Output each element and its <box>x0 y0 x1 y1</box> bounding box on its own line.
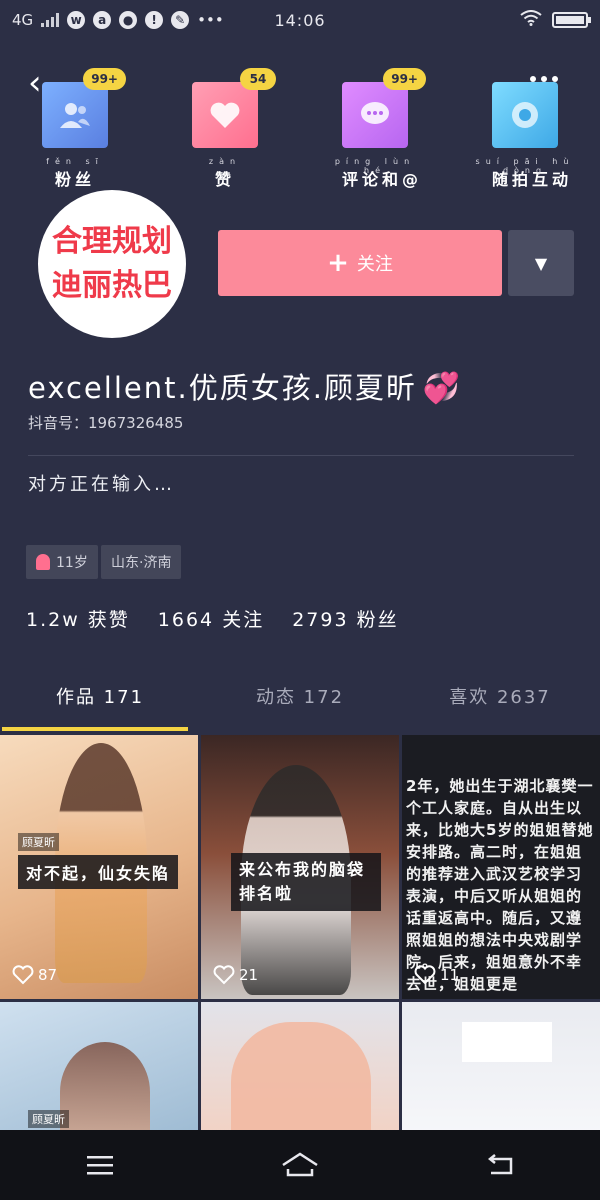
video-caption: 对不起，仙女失陷 <box>18 855 179 889</box>
chevron-down-icon: ▼ <box>534 253 548 273</box>
notif-pinyin: fěn sī <box>46 157 104 166</box>
tab-works[interactable]: 作品 171 <box>0 670 200 730</box>
dropdown-button[interactable]: ▼ <box>508 230 574 296</box>
home-button[interactable] <box>280 1150 320 1180</box>
status-time: 14:06 <box>274 10 326 30</box>
typing-status: 对方正在输入… <box>28 474 175 495</box>
heart-outline-icon <box>414 965 436 985</box>
notif-pinyin: zàn <box>208 157 242 166</box>
follow-label: 关注 <box>356 254 393 275</box>
notif-badge: 54 <box>240 68 276 90</box>
username-text: excellent.优质女孩.顾夏昕 <box>28 371 417 405</box>
video-thumbnail[interactable] <box>201 1002 399 1135</box>
notif-label: 赞 <box>214 170 235 189</box>
content-tabs: 作品 171 动态 172 喜欢 2637 <box>0 670 600 730</box>
location-tag: 山东·济南 <box>101 545 182 579</box>
heart-outline-icon <box>12 965 34 985</box>
status-bar: 4G w a ● ! ✎ ••• 14:06 <box>0 0 600 40</box>
heart-icon <box>192 82 258 148</box>
video-thumbnail[interactable] <box>402 1002 600 1135</box>
notif-fans[interactable]: 99+ fěn sī 粉丝 <box>42 68 126 190</box>
menu-button[interactable] <box>80 1150 120 1180</box>
video-thumbnail[interactable]: 2年，她出生于湖北襄樊一个工人家庭。自从出生以来，比她大5岁的姐姐替她安排路。高… <box>402 735 600 999</box>
hearts-emoji-icon: 💞 <box>422 371 463 406</box>
likes-stat[interactable]: 1.2w 获赞 <box>26 605 130 632</box>
notif-comments[interactable]: 99+ píng lùn hé 评论和@ <box>335 68 426 190</box>
back-nav-button[interactable] <box>480 1150 520 1180</box>
thumbnail-figure <box>60 1042 150 1135</box>
notif-pinyin: píng lùn hé <box>334 157 416 175</box>
video-thumbnail[interactable]: 顾夏昕 <box>0 1002 198 1135</box>
following-stat[interactable]: 1664 关注 <box>158 605 264 632</box>
divider <box>28 455 574 456</box>
location-text: 山东·济南 <box>111 555 172 571</box>
fans-icon <box>42 82 108 148</box>
heart-outline-icon <box>213 965 235 985</box>
douyin-id: 抖音号：1967326485 <box>28 414 184 432</box>
video-likes-count: 21 <box>239 966 259 984</box>
profile-stats: 1.2w 获赞 1664 关注 2793 粉丝 <box>26 605 399 632</box>
notif-label: 粉丝 <box>54 170 95 189</box>
thumbnail-shape <box>462 1022 552 1062</box>
avatar-line-2: 迪丽热巴 <box>52 268 172 303</box>
menu-icon <box>87 1156 113 1175</box>
video-name-tag: 顾夏昕 <box>18 833 59 851</box>
comment-icon <box>342 82 408 148</box>
video-thumbnail[interactable]: 顾夏昕 对不起，仙女失陷 87 <box>0 735 198 999</box>
home-icon <box>282 1152 318 1177</box>
follow-button[interactable]: + 关注 <box>218 230 502 296</box>
plus-icon: + <box>327 248 349 278</box>
video-likes-count: 87 <box>38 966 58 984</box>
notif-badge: 99+ <box>83 68 126 90</box>
video-likes: 21 <box>213 965 258 985</box>
username: excellent.优质女孩.顾夏昕 💞 <box>28 365 462 407</box>
return-icon <box>487 1154 513 1175</box>
tab-moments[interactable]: 动态 172 <box>200 670 400 730</box>
age-tag: 11岁 <box>26 545 98 579</box>
back-button[interactable]: ‹ <box>28 66 42 100</box>
avatar-line-1: 合理规划 <box>52 224 172 259</box>
notif-pinyin: suí pāi hù dòng <box>475 157 575 175</box>
battery-icon <box>552 12 591 28</box>
notif-interactions[interactable]: suí pāi hù dòng 随拍互动 <box>476 82 568 190</box>
age-text: 11岁 <box>56 555 88 571</box>
navigation-bar <box>0 1130 600 1200</box>
video-likes: 87 <box>12 965 57 985</box>
notif-badge: 99+ <box>383 68 426 90</box>
camera-icon <box>492 82 558 148</box>
thumbnail-shape <box>231 1022 371 1132</box>
video-thumbnail[interactable]: 来公布我的脑袋排名啦 21 <box>201 735 399 999</box>
avatar[interactable]: 合理规划 迪丽热巴 <box>38 190 186 338</box>
fans-stat[interactable]: 2793 粉丝 <box>292 605 398 632</box>
notif-likes[interactable]: 54 zàn 赞 <box>192 68 276 190</box>
video-caption: 2年，她出生于湖北襄樊一个工人家庭。自从出生以来，比她大5岁的姐姐替她安排路。高… <box>406 777 594 993</box>
video-name-tag: 顾夏昕 <box>28 1110 69 1128</box>
video-caption: 来公布我的脑袋排名啦 <box>231 853 381 911</box>
tab-underline <box>2 727 188 731</box>
video-likes-count: 11 <box>440 966 460 984</box>
tab-liked[interactable]: 喜欢 2637 <box>400 670 600 730</box>
video-likes: 11 <box>414 965 459 985</box>
person-icon <box>36 554 50 570</box>
